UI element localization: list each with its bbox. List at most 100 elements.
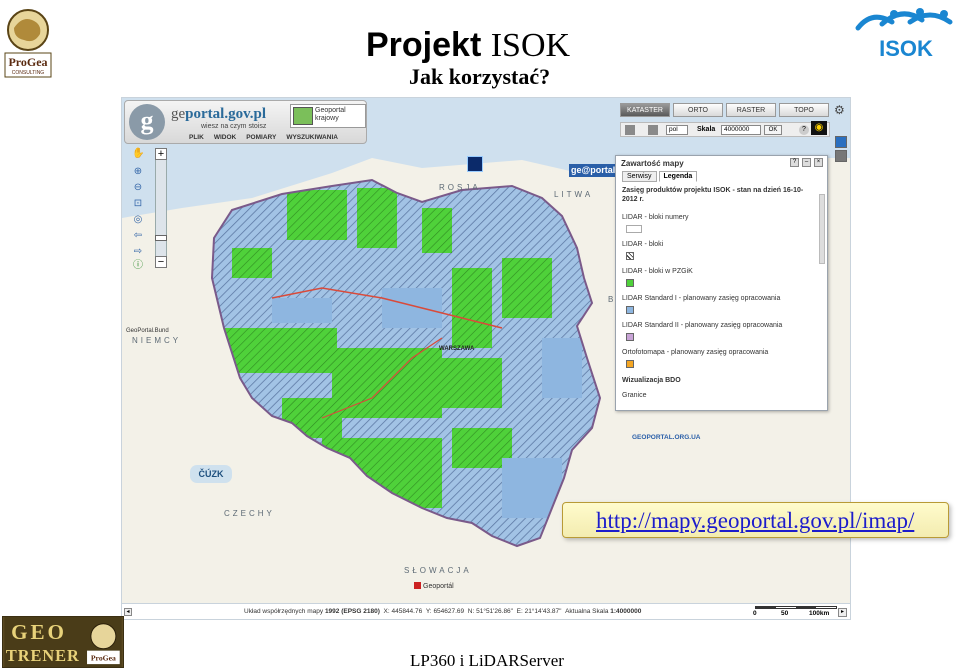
back-arrow-icon[interactable]: ⇦ bbox=[132, 230, 144, 242]
brand-suffix: portal.gov.pl bbox=[185, 106, 267, 122]
label-rosja: ROSJA bbox=[439, 183, 481, 192]
zoom-in-icon[interactable]: ⊕ bbox=[132, 166, 144, 178]
tile-line1: Geoportal bbox=[315, 107, 346, 114]
save-icon[interactable] bbox=[648, 125, 658, 135]
panel-scrollbar[interactable] bbox=[819, 194, 825, 264]
zoom-plus-button[interactable]: + bbox=[155, 148, 167, 160]
scale-input[interactable]: 4000000 bbox=[721, 125, 761, 135]
tab-kataster[interactable]: KATASTER bbox=[620, 103, 670, 117]
legend-section-bdo[interactable]: Wizualizacja BDO bbox=[622, 377, 814, 384]
current-scale-label: Aktualna Skala bbox=[565, 608, 609, 615]
menu-pomiary[interactable]: POMIARY bbox=[246, 134, 276, 144]
panel-tabs: Serwisy Legenda bbox=[622, 171, 698, 182]
panel-help-button[interactable]: ? bbox=[790, 158, 799, 167]
info-icon[interactable] bbox=[835, 136, 847, 148]
legend-swatch bbox=[626, 306, 634, 314]
legend-swatch bbox=[626, 360, 634, 368]
info-circle-icon[interactable]: ⓘ bbox=[132, 260, 144, 272]
zoom-out-icon[interactable]: ⊖ bbox=[132, 182, 144, 194]
e-label: E: bbox=[516, 608, 523, 615]
geoportal-bund-label: GeoPortal.Bund bbox=[126, 328, 169, 334]
label-litwa: LITWA bbox=[554, 190, 594, 199]
slide-title: Projekt ISOK bbox=[366, 26, 570, 65]
legend-item: LIDAR - bloki bbox=[622, 240, 814, 267]
panel-controls: ? – × bbox=[790, 158, 823, 167]
zoom-box-icon[interactable]: ⊡ bbox=[132, 198, 144, 210]
cuzk-logo[interactable]: ČÚZK bbox=[190, 465, 232, 483]
full-extent-icon[interactable]: ◎ bbox=[132, 214, 144, 226]
brand-prefix: ge bbox=[171, 106, 186, 122]
menu-plik[interactable]: PLIK bbox=[189, 134, 204, 144]
isok-logo: ISOK bbox=[855, 8, 953, 61]
language-select[interactable]: pol bbox=[666, 125, 688, 135]
x-label: X: bbox=[383, 608, 390, 615]
legend-label: Ortofotomapa - planowany zasięg opracowa… bbox=[622, 349, 769, 356]
scalebar: 0 50 100km bbox=[753, 605, 840, 619]
forward-arrow-icon[interactable]: ⇨ bbox=[132, 246, 144, 258]
slide-subtitle: Jak korzystać? bbox=[409, 64, 551, 89]
slide-footer: LP360 i LiDARServer bbox=[410, 651, 564, 670]
legend-granice[interactable]: Granice bbox=[622, 392, 814, 399]
zoom-slider-handle[interactable] bbox=[155, 235, 167, 241]
help-icon[interactable]: ? bbox=[799, 125, 809, 135]
geoportal-banner[interactable]: ge@portal.l bbox=[569, 164, 617, 177]
coord-system-label: Układ współrzędnych mapy bbox=[244, 608, 324, 615]
geoportal-map-window: g geportal.gov.pl wiesz na czym stoisz G… bbox=[121, 97, 851, 620]
visibility-icon[interactable] bbox=[835, 150, 847, 162]
progea-logo: ProGea CONSULTING bbox=[4, 9, 52, 78]
y-label: Y: bbox=[425, 608, 432, 615]
legend-heading: Zasięg produktów projektu ISOK - stan na… bbox=[622, 187, 804, 203]
geotrener-trener: TRENER bbox=[6, 646, 80, 665]
legend-swatch bbox=[626, 252, 634, 260]
collapse-right-icon[interactable]: ▸ bbox=[838, 608, 847, 617]
legend-item: LIDAR Standard II - planowany zasięg opr… bbox=[622, 321, 814, 348]
label-czechy: CZECHY bbox=[224, 509, 275, 518]
geotrener-progea: ProGea bbox=[91, 653, 116, 662]
gear-icon[interactable]: ⚙ bbox=[834, 104, 846, 116]
geoportal-sk-logo[interactable]: Geoportál bbox=[414, 582, 454, 590]
y-value: 654627.69 bbox=[433, 608, 465, 615]
navigation-bar: ✋ ⊕ ⊖ ⊡ ◎ ⇦ ⇨ ⓘ + − GeoPortal.Bund bbox=[126, 148, 169, 334]
label-slowacja: SŁOWACJA bbox=[404, 566, 472, 575]
current-scale-value: 1:4000000 bbox=[610, 608, 642, 615]
geoportal-krajowy-tile[interactable]: Geoportal krajowy bbox=[290, 104, 366, 128]
tab-legenda[interactable]: Legenda bbox=[658, 171, 698, 182]
tile-line2: krajowy bbox=[315, 115, 339, 122]
legend-label: LIDAR - bloki w PZGiK bbox=[622, 268, 693, 275]
panel-title: Zawartość mapy bbox=[621, 159, 684, 168]
x-value: 445844.76 bbox=[391, 608, 423, 615]
pan-hand-icon[interactable]: ✋ bbox=[132, 148, 144, 160]
map-toolbar: pol Skala 4000000 OK ? bbox=[620, 122, 830, 137]
slovak-flag-icon bbox=[414, 582, 421, 589]
panel-close-button[interactable]: × bbox=[814, 158, 823, 167]
geoportal-brand[interactable]: geportal.gov.pl bbox=[171, 106, 266, 123]
geoportal-tagline: wiesz na czym stoisz bbox=[201, 123, 267, 130]
collapse-left-icon[interactable]: ◂ bbox=[124, 608, 132, 616]
legend-swatch bbox=[626, 333, 634, 341]
eye-icon[interactable]: ◉ bbox=[811, 121, 827, 135]
tab-topo[interactable]: TOPO bbox=[779, 103, 829, 117]
print-icon[interactable] bbox=[625, 125, 635, 135]
legend-label: LIDAR - bloki numery bbox=[622, 214, 689, 221]
geoportal-url-link[interactable]: http://mapy.geoportal.gov.pl/imap/ bbox=[596, 508, 914, 534]
zoom-slider[interactable] bbox=[155, 148, 167, 268]
legend-swatch bbox=[626, 225, 642, 233]
menu-widok[interactable]: WIDOK bbox=[214, 134, 236, 144]
tab-serwisy[interactable]: Serwisy bbox=[622, 171, 657, 182]
geoportal-g-logo: g bbox=[129, 104, 165, 140]
legend-swatch bbox=[626, 279, 634, 287]
legend-item: LIDAR - bloki w PZGiK bbox=[622, 267, 814, 294]
e-value: 21°14'43.87" bbox=[524, 608, 562, 615]
geoportal-org-ua-logo[interactable]: GEOPORTAL.ORG.UA bbox=[632, 434, 704, 450]
neighbor-service-icon[interactable] bbox=[467, 156, 483, 172]
scale-ok-button[interactable]: OK bbox=[764, 125, 782, 135]
tab-orto[interactable]: ORTO bbox=[673, 103, 723, 117]
label-warszawa: WARSZAWA bbox=[439, 346, 475, 352]
menu-wyszukiwania[interactable]: WYSZUKIWANIA bbox=[286, 134, 338, 144]
tab-raster[interactable]: RASTER bbox=[726, 103, 776, 117]
panel-minimize-button[interactable]: – bbox=[802, 158, 811, 167]
zoom-minus-button[interactable]: − bbox=[155, 256, 167, 268]
n-value: 51°51'26.86" bbox=[476, 608, 513, 615]
coord-system: 1992 (EPSG 2180) bbox=[324, 608, 380, 615]
geoportal-header: g geportal.gov.pl wiesz na czym stoisz G… bbox=[124, 100, 367, 144]
